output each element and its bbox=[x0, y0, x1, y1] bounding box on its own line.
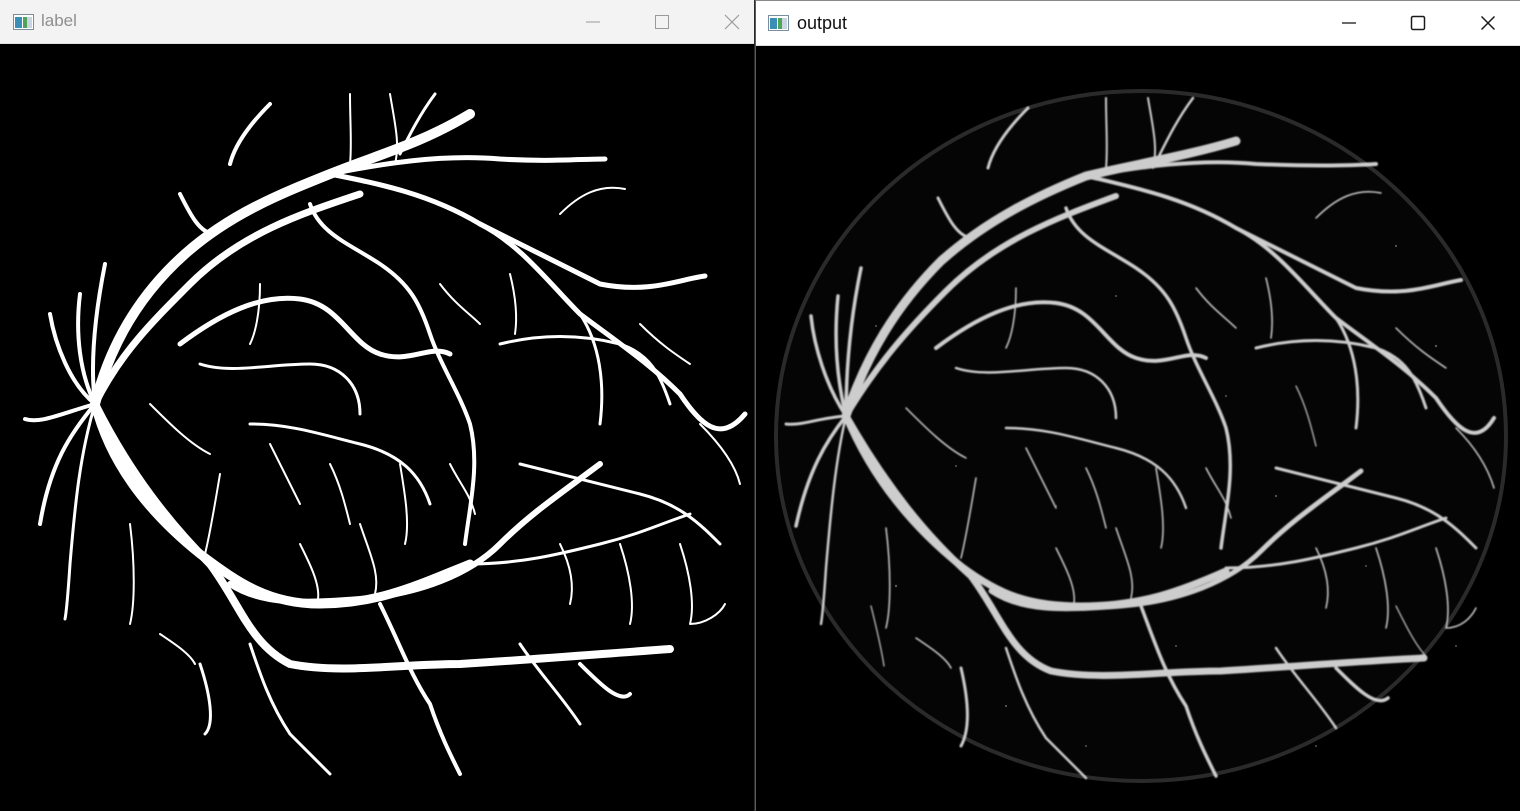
minimize-button[interactable] bbox=[1314, 1, 1384, 45]
minimize-button[interactable] bbox=[558, 0, 628, 44]
label-window: label bbox=[0, 0, 754, 811]
maximize-button[interactable] bbox=[627, 0, 697, 44]
close-button[interactable] bbox=[697, 0, 754, 44]
label-window-titlebar[interactable]: label bbox=[0, 0, 754, 44]
output-image bbox=[756, 46, 1520, 811]
window-title-output: output bbox=[797, 13, 848, 33]
maximize-button[interactable] bbox=[1383, 1, 1453, 45]
label-image bbox=[0, 44, 754, 811]
output-window: output bbox=[755, 0, 1520, 811]
maximize-icon bbox=[1410, 15, 1426, 31]
close-button[interactable] bbox=[1453, 1, 1520, 45]
vessel-label-drawing bbox=[23, 92, 748, 776]
image-viewer-icon bbox=[768, 15, 789, 31]
minimize-icon bbox=[1342, 22, 1356, 24]
maximize-icon bbox=[655, 15, 669, 29]
close-icon bbox=[724, 14, 740, 30]
close-icon bbox=[1480, 15, 1496, 31]
image-viewer-icon bbox=[13, 13, 34, 30]
minimize-icon bbox=[586, 21, 600, 23]
vessel-output-drawing bbox=[774, 89, 1508, 783]
window-title-label: label bbox=[41, 11, 77, 30]
output-window-titlebar[interactable]: output bbox=[756, 1, 1520, 46]
